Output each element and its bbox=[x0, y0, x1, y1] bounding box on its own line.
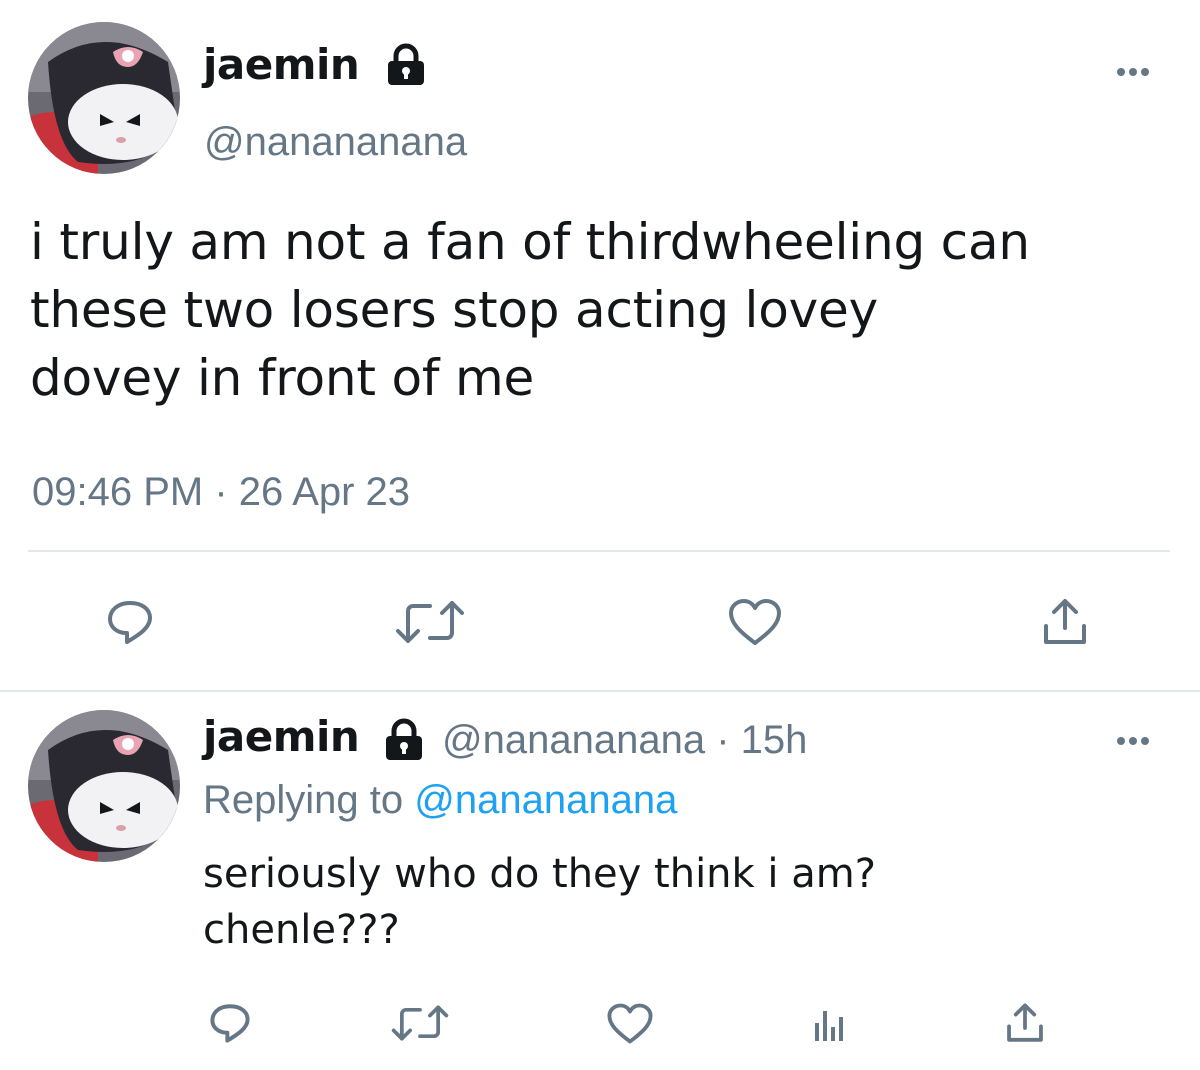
tweet-text: i truly am not a fan of thirdwheeling ca… bbox=[30, 213, 1030, 407]
like-button[interactable] bbox=[725, 592, 785, 652]
display-name[interactable]: jaemin bbox=[203, 40, 360, 89]
retweet-icon bbox=[391, 1005, 449, 1041]
analytics-icon bbox=[815, 1011, 843, 1041]
more-horizontal-icon[interactable] bbox=[1117, 68, 1149, 76]
avatar-image bbox=[28, 710, 180, 862]
display-name[interactable]: jaemin bbox=[203, 712, 360, 761]
tweet-date[interactable]: 26 Apr 23 bbox=[239, 470, 410, 514]
analytics-button[interactable] bbox=[806, 998, 856, 1048]
avatar[interactable] bbox=[28, 22, 180, 174]
section-divider bbox=[0, 690, 1200, 692]
retweet-button[interactable] bbox=[385, 592, 475, 652]
lock-icon bbox=[386, 718, 422, 760]
separator: · bbox=[716, 718, 730, 762]
retweet-icon bbox=[396, 601, 464, 643]
more-horizontal-icon[interactable] bbox=[1117, 737, 1149, 745]
reply-icon bbox=[108, 601, 152, 644]
avatar-image bbox=[28, 22, 180, 174]
like-icon bbox=[607, 1003, 653, 1043]
timestamp: 09:46 PM · 26 Apr 23 bbox=[32, 470, 410, 515]
reply-button[interactable] bbox=[100, 592, 160, 652]
tweet-age[interactable]: 15h bbox=[741, 718, 808, 762]
mention-link[interactable]: @nanananana bbox=[414, 778, 677, 822]
share-icon bbox=[1044, 599, 1086, 644]
reply-meta: @nanananana · 15h bbox=[442, 718, 807, 763]
share-button[interactable] bbox=[1000, 998, 1050, 1048]
share-icon bbox=[1007, 1003, 1043, 1042]
avatar[interactable] bbox=[28, 710, 180, 862]
retweet-button[interactable] bbox=[385, 998, 455, 1048]
replying-to: Replying to @nanananana bbox=[203, 778, 677, 823]
reply-text: seriously who do they think i am? chenle… bbox=[203, 851, 876, 953]
tweet-time[interactable]: 09:46 PM bbox=[32, 470, 203, 514]
replying-prefix: Replying to bbox=[203, 778, 404, 822]
like-icon bbox=[729, 599, 781, 645]
handle[interactable]: @nanananana bbox=[442, 718, 705, 762]
separator: · bbox=[214, 470, 228, 514]
reply-button[interactable] bbox=[205, 998, 255, 1048]
like-button[interactable] bbox=[603, 998, 657, 1048]
divider bbox=[28, 550, 1170, 552]
handle[interactable]: @nanananana bbox=[204, 120, 467, 165]
lock-icon bbox=[388, 43, 424, 85]
reply-icon bbox=[210, 1004, 250, 1043]
share-button[interactable] bbox=[1035, 592, 1095, 652]
